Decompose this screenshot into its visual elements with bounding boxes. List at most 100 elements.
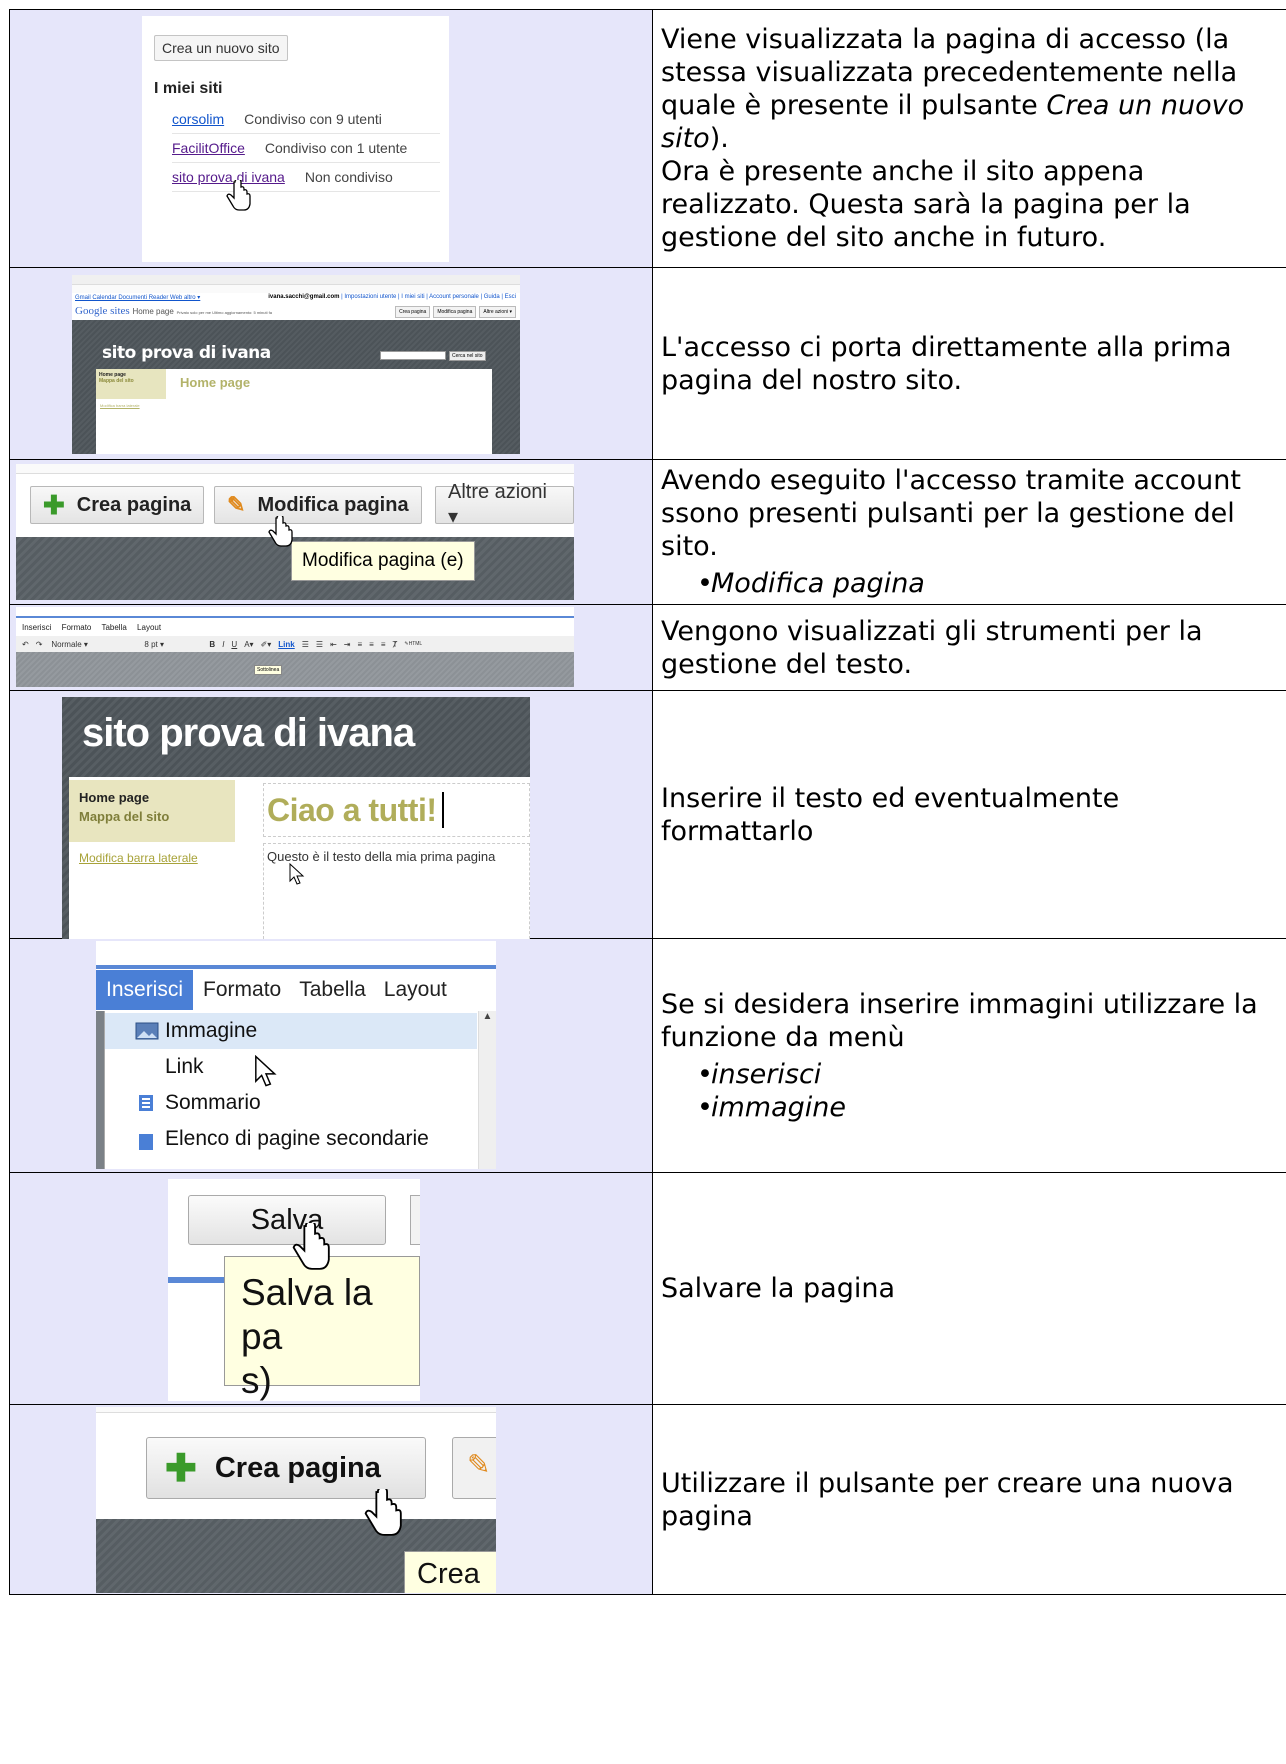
share-status: Condiviso con 9 utenti <box>244 111 382 127</box>
edit-page-button[interactable]: ✎ Modifica pagina <box>214 486 422 524</box>
screenshot-cell: Inserisci Formato Tabella Layout Immagin… <box>9 938 653 1173</box>
menu-insert[interactable]: Inserisci <box>22 623 51 632</box>
align-right-icon[interactable]: ≡ <box>381 640 386 649</box>
description-text: Ora è presente anche il sito appena real… <box>661 156 1191 253</box>
more-actions-button[interactable]: Altre azioni ▾ <box>479 306 516 318</box>
tutorial-table: Crea un nuovo sito I miei siti corsolim … <box>9 9 1286 1595</box>
menu-item-image[interactable]: Immagine <box>105 1013 477 1049</box>
arrow-cursor-icon <box>289 863 305 885</box>
page-body: Home page Mappa del sito Home page Modif… <box>96 369 492 454</box>
save-button[interactable]: Salva <box>188 1195 386 1245</box>
create-page-screenshot: ✚ Crea pagina ✎ Crea <box>96 1407 496 1593</box>
edit-sidebar-link[interactable]: Modifica barra laterale <box>100 403 140 408</box>
description-cell: Salvare la pagina <box>652 1172 1286 1405</box>
description-cell: Vengono visualizzati gli strumenti per l… <box>652 604 1286 691</box>
numbered-list-icon[interactable]: ☰ <box>302 640 309 649</box>
menu-layout[interactable]: Layout <box>374 970 455 1010</box>
format-toolbar: ↶ ↷ Normale ▾ 8 pt ▾ B I U A▾ ✐▾ Link ☰ … <box>16 636 574 652</box>
site-link[interactable]: FacilitOffice <box>172 140 245 156</box>
site-home-screenshot: Gmail Calendar Documenti Reader Web altr… <box>72 275 520 454</box>
screenshot-cell: sito prova di ivana Home page Mappa del … <box>9 690 653 939</box>
search-input[interactable] <box>380 351 446 360</box>
new-site-button[interactable]: Crea un nuovo sito <box>154 35 288 61</box>
table-row: Inserisci Formato Tabella Layout ↶ ↷ Nor… <box>9 604 1286 691</box>
plus-icon: ✚ <box>43 489 65 520</box>
page-actions: Crea pagina Modifica pagina Altre azioni… <box>395 306 516 318</box>
sidebar: Home page Mappa del sito <box>96 369 166 399</box>
edit-sidebar-link[interactable]: Modifica barra laterale <box>79 851 198 865</box>
outdent-icon[interactable]: ⇤ <box>330 640 337 649</box>
description-text: Viene visualizzata la pagina di accesso … <box>661 24 1245 154</box>
size-select[interactable]: 8 pt ▾ <box>142 640 202 649</box>
hand-cursor-icon <box>268 516 293 547</box>
site-link[interactable]: corsolim <box>172 111 224 127</box>
menu-format[interactable]: Formato <box>193 970 289 1010</box>
hand-cursor-icon <box>364 1489 402 1536</box>
cancel-button[interactable] <box>410 1195 420 1245</box>
site-row: corsolim Condiviso con 9 utenti <box>172 105 440 134</box>
editor-menu: Inserisci Formato Tabella Layout <box>96 969 496 1011</box>
edit-page-button[interactable]: ✎ <box>452 1437 496 1499</box>
description-cell: Avendo eseguito l'accesso tramite accoun… <box>652 459 1286 605</box>
nav-home[interactable]: Home page <box>79 790 149 805</box>
site-row: sito prova di ivana Non condiviso <box>172 163 440 192</box>
description-text: L'accesso ci porta direttamente alla pri… <box>661 331 1232 396</box>
account-bar: ivana.sacchi@gmail.com | Impostazioni ut… <box>268 294 516 300</box>
page-heading: Home page <box>180 375 251 390</box>
undo-icon[interactable]: ↶ <box>22 640 29 649</box>
redo-icon[interactable]: ↷ <box>36 640 43 649</box>
google-top-links[interactable]: Gmail Calendar Documenti Reader Web altr… <box>75 294 200 301</box>
table-row: Gmail Calendar Documenti Reader Web altr… <box>9 267 1286 460</box>
google-sites-logo: Google sites Home page Privato solo per … <box>75 305 272 317</box>
create-page-button[interactable]: ✚ Crea pagina <box>30 486 205 524</box>
style-select[interactable]: Normale ▾ <box>49 640 135 649</box>
menu-layout[interactable]: Layout <box>137 623 161 632</box>
menu-insert[interactable]: Inserisci <box>96 970 194 1010</box>
bullet-list: inserisci immagine <box>661 1058 1278 1124</box>
align-center-icon[interactable]: ≡ <box>369 640 374 649</box>
description-cell: Viene visualizzata la pagina di accesso … <box>652 9 1286 268</box>
page-body: Home page Mappa del sito Modifica barra … <box>69 777 530 939</box>
bold-icon[interactable]: B <box>209 640 215 649</box>
highlight-icon[interactable]: ✐▾ <box>261 640 272 649</box>
more-actions-button[interactable]: Altre azioni ▾ <box>435 481 574 528</box>
list-icon <box>139 1134 153 1150</box>
menu-format[interactable]: Formato <box>62 623 92 632</box>
indent-icon[interactable]: ⇥ <box>344 640 351 649</box>
edit-page-button[interactable]: Modifica pagina <box>433 306 477 318</box>
edit-content-screenshot: sito prova di ivana Home page Mappa del … <box>62 697 530 939</box>
menu-table[interactable]: Tabella <box>101 623 126 632</box>
hand-cursor-icon <box>226 180 251 211</box>
menu-table[interactable]: Tabella <box>289 970 374 1010</box>
editor-toolbar-screenshot: Inserisci Formato Tabella Layout ↶ ↷ Nor… <box>16 607 574 687</box>
page-buttons-screenshot: ✚ Crea pagina ✎ Modifica pagina Altre azio… <box>16 464 574 600</box>
clear-format-icon[interactable]: Ⱦ <box>393 640 398 649</box>
share-status: Non condiviso <box>304 169 393 185</box>
save-button-screenshot: Salva Salva la pa s) <box>168 1179 420 1401</box>
menu-item-toc[interactable]: Sommario <box>105 1085 477 1121</box>
italic-icon[interactable]: I <box>222 640 224 649</box>
description-cell: Utilizzare il pulsante per creare una nu… <box>652 1404 1286 1595</box>
menu-item-link[interactable]: Link <box>105 1049 477 1085</box>
html-button[interactable]: ✎HTML <box>404 641 422 647</box>
align-left-icon[interactable]: ≡ <box>357 640 362 649</box>
body-text: Questo è il testo della mia prima pagina <box>267 849 496 864</box>
description-text: Inserire il testo ed eventualmente forma… <box>661 782 1120 847</box>
scrollbar[interactable]: ▲ <box>478 1011 496 1169</box>
my-sites-screenshot: Crea un nuovo sito I miei siti corsolim … <box>142 16 449 262</box>
nav-sitemap[interactable]: Mappa del sito <box>99 378 163 384</box>
search-button[interactable]: Cerca nel sito <box>449 351 486 361</box>
menu-item-subpages[interactable]: Elenco di pagine secondarie <box>105 1121 477 1169</box>
nav-sitemap[interactable]: Mappa del sito <box>79 809 225 824</box>
link-button[interactable]: Link <box>278 640 294 649</box>
list-item: Modifica pagina <box>661 567 1278 600</box>
text-color-icon[interactable]: A▾ <box>244 640 253 649</box>
underline-icon[interactable]: U <box>231 640 237 649</box>
plus-icon: ✚ <box>165 1447 197 1490</box>
create-page-button[interactable]: Crea pagina <box>395 306 431 318</box>
bullet-list-icon[interactable]: ☰ <box>316 640 323 649</box>
my-sites-heading: I miei siti <box>154 80 223 97</box>
screenshot-cell: ✚ Crea pagina ✎ Modifica pagina Altre azio… <box>9 459 653 605</box>
toc-icon <box>139 1095 153 1111</box>
description-text: Avendo eseguito l'accesso tramite accoun… <box>661 465 1241 562</box>
